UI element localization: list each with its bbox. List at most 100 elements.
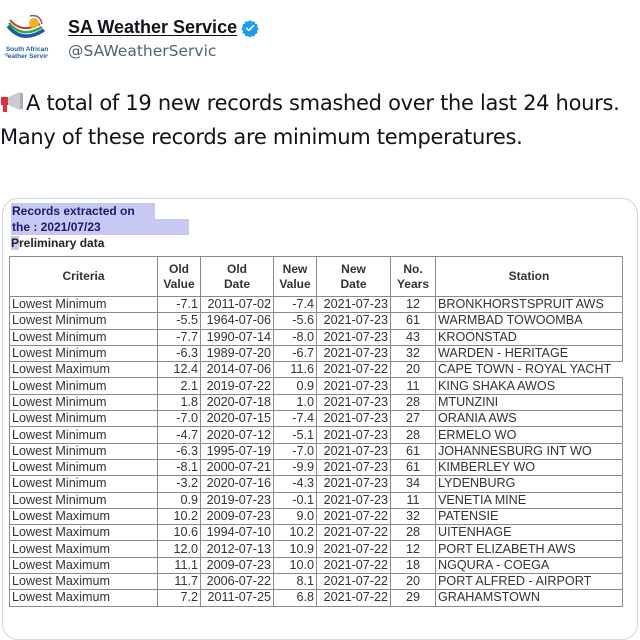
cell-no-years: 32 <box>390 507 436 526</box>
table-row: Lowest Minimum -3.2 2020-07-16 -4.3 2021-07-… <box>9 475 623 493</box>
cell-criteria: Lowest Maximum <box>9 524 158 542</box>
cell-new-date: 2021-07-22 <box>316 524 391 542</box>
cell-old-value: 7.2 <box>157 589 201 607</box>
cell-station: KROONSTAD <box>435 328 623 346</box>
megaphone-icon <box>1 92 23 112</box>
table-row: Lowest Maximum 12.0 2012-07-13 10.9 2021-07-… <box>9 540 623 558</box>
avatar-text-line2: Weather Service <box>1 53 53 60</box>
cell-station: ERMELO WO <box>435 426 623 444</box>
cell-no-years: 61 <box>390 458 436 477</box>
cell-old-date: 2014-07-06 <box>200 361 274 379</box>
cell-new-value: -7.4 <box>273 295 317 314</box>
saws-logo-icon <box>6 14 45 38</box>
cell-new-date: 2021-07-23 <box>316 475 391 493</box>
column-header-old-value: Old Value <box>157 256 201 297</box>
cell-old-date: 2011-07-25 <box>200 589 274 607</box>
table-row: Lowest Maximum 10.6 1994-07-10 10.2 2021-07-… <box>9 524 623 542</box>
cell-station: BRONKHORSTSPRUIT AWS <box>435 295 623 314</box>
cell-station: WARMBAD TOWOOMBA <box>435 312 623 330</box>
cell-station: PATENSIE <box>435 507 623 526</box>
cell-new-date: 2021-07-23 <box>316 295 391 314</box>
column-header-text: Criteria <box>62 269 105 283</box>
cell-criteria: Lowest Minimum <box>9 410 158 428</box>
cell-old-date: 2009-07-23 <box>200 507 274 526</box>
cell-new-date: 2021-07-23 <box>316 410 391 428</box>
cell-old-value: -5.5 <box>157 312 201 330</box>
meta-line3: reliminary data <box>19 236 105 250</box>
cell-new-date: 2021-07-23 <box>316 442 391 460</box>
cell-station: KIMBERLEY WO <box>435 458 623 477</box>
cell-criteria: Lowest Maximum <box>9 573 158 591</box>
cell-no-years: 12 <box>390 295 436 314</box>
cell-new-date: 2021-07-22 <box>316 556 391 575</box>
table-row: Lowest Maximum 10.2 2009-07-23 9.0 2021-07-2… <box>9 507 623 526</box>
cell-new-date: 2021-07-23 <box>316 328 391 346</box>
cell-no-years: 61 <box>390 442 436 460</box>
cell-new-value: 11.6 <box>273 361 317 379</box>
cell-old-date: 2006-07-22 <box>200 573 274 591</box>
cell-old-value: 10.2 <box>157 507 201 526</box>
cell-criteria: Lowest Minimum <box>9 344 158 363</box>
cell-new-date: 2021-07-23 <box>316 491 391 509</box>
cell-old-date: 2019-07-23 <box>200 491 274 509</box>
meta-line3-initial: P <box>11 236 20 250</box>
cell-old-date: 1989-07-20 <box>200 344 274 363</box>
cell-station: ORANIA AWS <box>435 410 623 428</box>
cell-new-value: -7.4 <box>273 410 317 428</box>
cell-old-value: 2.1 <box>157 377 201 395</box>
cell-old-value: 12.4 <box>157 361 201 379</box>
cell-criteria: Lowest Maximum <box>9 507 158 526</box>
cell-new-value: -7.0 <box>273 442 317 460</box>
column-header-text: Station <box>508 269 550 283</box>
cell-new-value: 1.0 <box>273 393 317 412</box>
avatar[interactable]: South African Weather Service <box>0 12 54 66</box>
cell-no-years: 34 <box>390 475 436 493</box>
cell-old-date: 1995-07-19 <box>200 442 274 460</box>
column-header-no-years: No. Years <box>390 256 436 297</box>
table-header-row: Criteria Old Value Old Date New Value New Date No… <box>9 256 623 297</box>
tweet-header: South African Weather Service SA Weather… <box>0 0 640 80</box>
cell-old-date: 2019-07-22 <box>200 377 274 395</box>
cell-new-date: 2021-07-23 <box>316 344 391 363</box>
account-handle[interactable]: @SAWeatherServic <box>68 42 216 60</box>
cell-new-date: 2021-07-23 <box>316 426 391 444</box>
cell-station: MTUNZINI <box>435 393 623 412</box>
cell-old-date: 2000-07-21 <box>200 458 274 477</box>
table-row: Lowest Minimum 2.1 2019-07-22 0.9 2021-07-23… <box>9 377 623 395</box>
records-table: Criteria Old Value Old Date New Value New Date No… <box>9 256 623 607</box>
cell-no-years: 12 <box>390 540 436 558</box>
cell-criteria: Lowest Maximum <box>9 540 158 558</box>
table-row: Lowest Minimum -5.5 1964-07-06 -5.6 2021-07-… <box>9 312 623 330</box>
cell-no-years: 20 <box>390 573 436 591</box>
cell-no-years: 28 <box>390 524 436 542</box>
cell-old-value: -7.0 <box>157 410 201 428</box>
cell-old-value: -6.3 <box>157 344 201 363</box>
table-row: Lowest Minimum -8.1 2000-07-21 -9.9 2021-07-… <box>9 458 623 477</box>
table-row: Lowest Maximum 11.7 2006-07-22 8.1 2021-07-2… <box>9 573 623 591</box>
table-row: Lowest Minimum -7.0 2020-07-15 -7.4 2021-07-… <box>9 410 623 428</box>
display-name-link[interactable]: SA Weather Service <box>68 17 237 38</box>
cell-new-value: 10.9 <box>273 540 317 558</box>
cell-station: CAPE TOWN - ROYAL YACHT <box>435 361 623 379</box>
table-row: Lowest Maximum 11.1 2009-07-23 10.0 2021-07-… <box>9 556 623 575</box>
cell-old-value: 0.9 <box>157 491 201 509</box>
cell-old-date: 2020-07-16 <box>200 475 274 493</box>
cell-station: JOHANNESBURG INT WO <box>435 442 623 460</box>
cell-no-years: 27 <box>390 410 436 428</box>
cell-no-years: 28 <box>390 426 436 444</box>
cell-old-value: 12.0 <box>157 540 201 558</box>
cell-no-years: 29 <box>390 589 436 607</box>
cell-new-value: -5.1 <box>273 426 317 444</box>
table-body: Lowest Minimum -7.1 2011-07-02 -7.4 2021-07-… <box>9 295 623 607</box>
cell-new-date: 2021-07-22 <box>316 507 391 526</box>
column-header-new-date: New Date <box>316 256 391 297</box>
cell-no-years: 32 <box>390 344 436 363</box>
cell-station: VENETIA MINE <box>435 491 623 509</box>
name-row: SA Weather Service <box>68 17 259 38</box>
table-row: Lowest Minimum -6.3 1995-07-19 -7.0 2021-07-… <box>9 442 623 460</box>
cell-old-value: 11.1 <box>157 556 201 575</box>
column-header-text: New <box>282 261 308 276</box>
cell-old-date: 2011-07-02 <box>200 295 274 314</box>
cell-criteria: Lowest Minimum <box>9 491 158 509</box>
cell-old-value: -8.1 <box>157 458 201 477</box>
